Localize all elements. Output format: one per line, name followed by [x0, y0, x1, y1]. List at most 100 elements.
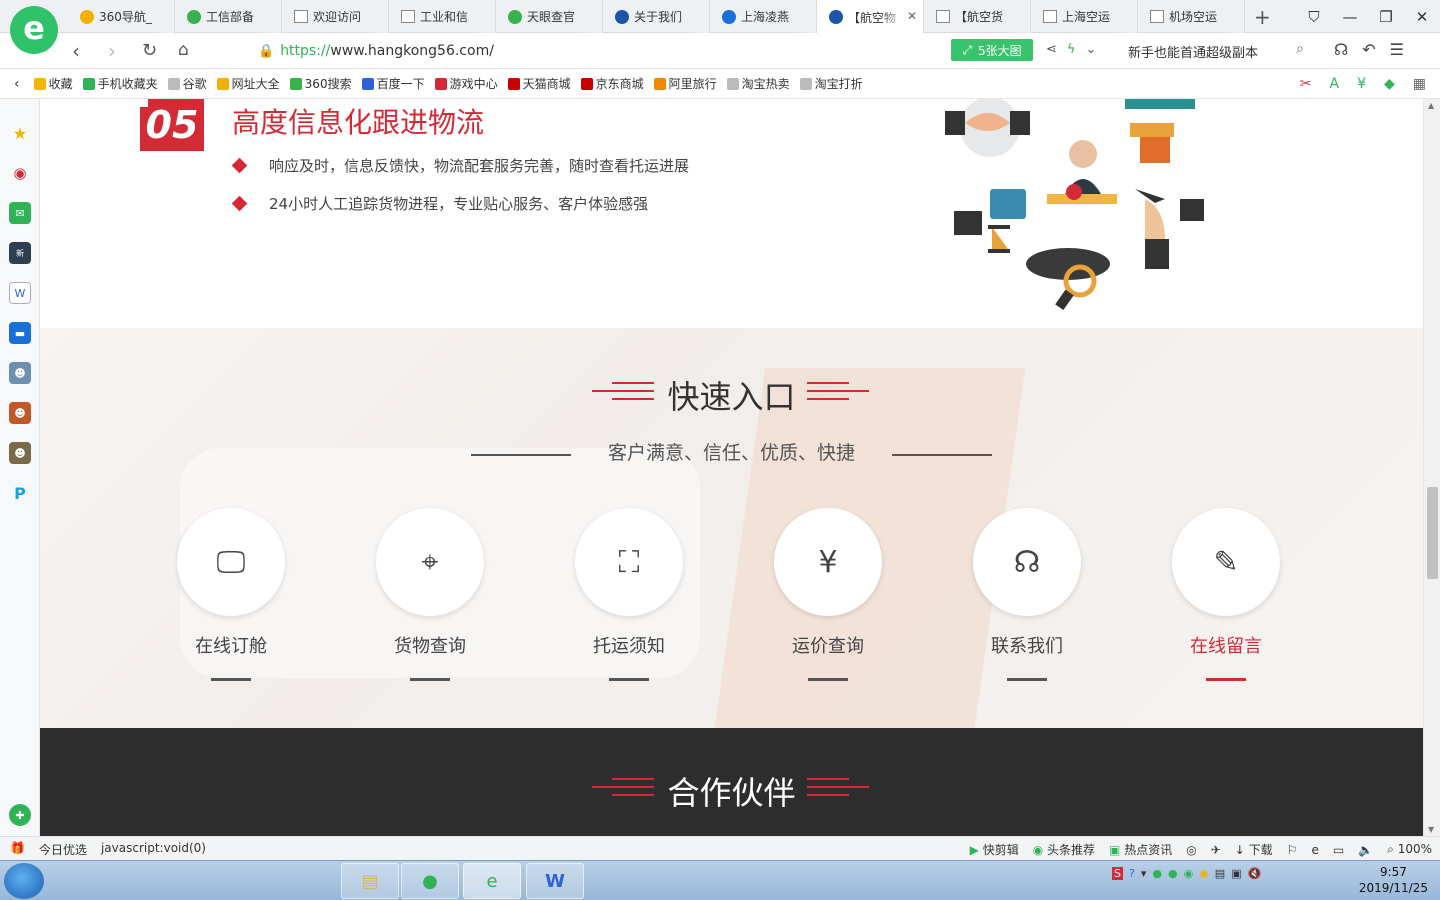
wechat-tray-icon[interactable]: ● — [1152, 867, 1162, 880]
pin-icon[interactable]: ✈ — [1211, 843, 1221, 857]
screen-tray-icon[interactable]: ▣ — [1231, 867, 1241, 880]
menu-icon[interactable]: ☰ — [1390, 40, 1404, 59]
sidebar-add-icon[interactable]: ✚ — [9, 804, 31, 826]
tab-item[interactable]: 天眼查官 — [496, 0, 603, 33]
wechat2-tray-icon[interactable]: ● — [1168, 867, 1178, 880]
word-doc-icon[interactable]: W — [9, 282, 31, 304]
quick-entry-item[interactable]: ⛶ 托运须知 — [574, 508, 684, 681]
lightning-icon[interactable]: ϟ — [1067, 42, 1076, 57]
bookmark-item[interactable]: 网址大全 — [216, 75, 280, 92]
gift-icon[interactable]: 🎁 — [10, 841, 25, 858]
help-icon[interactable]: ? — [1129, 867, 1135, 880]
download-item[interactable]: ↓ 下载 — [1235, 841, 1273, 858]
ie-mode-icon[interactable]: e — [1311, 843, 1318, 857]
wechat-taskbar-icon[interactable]: ● — [401, 863, 459, 899]
volume-icon[interactable]: 🔈 — [1358, 843, 1373, 857]
window-icon[interactable]: ▭ — [1333, 843, 1344, 857]
reload-button[interactable]: ↻ — [142, 40, 157, 61]
bookmark-item[interactable]: 淘宝热卖 — [726, 75, 790, 92]
share-icon[interactable]: ⋖ — [1046, 42, 1057, 57]
clock[interactable]: 9:57 2019/11/25 — [1359, 864, 1428, 896]
quick-entry-item[interactable]: ☊ 联系我们 — [972, 508, 1082, 681]
scroll-down-arrow[interactable]: ▼ — [1428, 825, 1434, 834]
mute-icon[interactable]: 🔇 — [1248, 867, 1262, 880]
game-avatar-icon[interactable]: ☻ — [9, 362, 31, 384]
big-picture-button[interactable]: ⤢ 5张大图 — [951, 39, 1033, 61]
headphones-icon[interactable]: ☊ — [1334, 40, 1348, 59]
undo-icon[interactable]: ↶ — [1362, 40, 1375, 59]
bookmarks-collapse-icon[interactable]: ‹ — [14, 76, 20, 92]
bookmark-item[interactable]: 手机收藏夹 — [82, 75, 158, 92]
bookmark-item[interactable]: 收藏 — [33, 75, 73, 92]
search-icon[interactable]: ⌕ — [1296, 41, 1304, 57]
bookmark-item[interactable]: 阿里旅行 — [653, 75, 717, 92]
translate-icon[interactable]: A — [1329, 76, 1339, 92]
flag-icon[interactable]: ⚐ — [1287, 843, 1298, 857]
restore-button[interactable]: ❐ — [1368, 0, 1404, 33]
shield-tray-icon[interactable]: ◉ — [1199, 867, 1209, 880]
tray-arrow-icon[interactable]: ▾ — [1141, 867, 1147, 880]
bookmark-item[interactable]: 游戏中心 — [434, 75, 498, 92]
scrollbar-thumb[interactable] — [1427, 487, 1438, 579]
quick-clip-item[interactable]: ▶ 快剪辑 — [970, 841, 1019, 858]
forward-button[interactable]: › — [108, 39, 116, 63]
headline-item[interactable]: ◉ 头条推荐 — [1033, 841, 1095, 858]
close-tab-icon[interactable]: ✕ — [907, 9, 917, 23]
scissors-icon[interactable]: ✂ — [1300, 76, 1312, 92]
tab-item[interactable]: 工信部备 — [175, 0, 282, 33]
quick-entry-item[interactable]: ¥ 运价查询 — [773, 508, 883, 681]
game2-icon[interactable]: ☻ — [9, 402, 31, 424]
p-app-icon[interactable]: P — [9, 482, 31, 504]
360-tray-icon[interactable]: ◉ — [1184, 867, 1194, 880]
url-field[interactable]: 🔒 https://www.hangkong56.com/ — [230, 38, 1040, 64]
vertical-scrollbar[interactable]: ▲ ▼ — [1423, 99, 1440, 836]
close-window-button[interactable]: ✕ — [1404, 0, 1440, 33]
speed-icon[interactable]: ◎ — [1186, 843, 1196, 857]
back-button[interactable]: ‹ — [72, 39, 80, 63]
search-hint[interactable]: 新手也能首通超级副本 — [1128, 42, 1258, 61]
home-button[interactable]: ⌂ — [178, 40, 189, 60]
news-icon[interactable]: 新 — [9, 242, 31, 264]
bookmark-item[interactable]: 360搜索 — [289, 75, 352, 92]
minimize-button[interactable]: — — [1332, 0, 1368, 33]
chat-icon[interactable]: ▬ — [9, 322, 31, 344]
bookmark-item[interactable]: 淘宝打折 — [799, 75, 863, 92]
quick-entry-item[interactable]: ⌖ 货物查询 — [375, 508, 485, 681]
daily-picks-link[interactable]: 今日优选 — [39, 841, 87, 858]
tab-item[interactable]: 【航空物 ✕ — [817, 0, 924, 34]
chevron-down-icon[interactable]: ⌄ — [1085, 42, 1096, 57]
tab-item[interactable]: 上海空运 — [1031, 0, 1138, 33]
tab-item[interactable]: 机场空运 — [1138, 0, 1245, 33]
browser-logo[interactable]: e — [10, 6, 58, 54]
tab-item[interactable]: 工业和信 — [389, 0, 496, 33]
sogou-icon[interactable]: S — [1112, 867, 1123, 880]
tab-item[interactable]: 欢迎访问 — [282, 0, 389, 33]
game3-icon[interactable]: ☻ — [9, 442, 31, 464]
zoom-item[interactable]: ⌕ 100% — [1387, 842, 1432, 857]
mail-icon[interactable]: ✉ — [9, 202, 31, 224]
weibo-icon[interactable]: ◉ — [9, 162, 31, 184]
network-icon[interactable]: ▤ — [1215, 867, 1225, 880]
favorites-star-icon[interactable]: ★ — [9, 122, 31, 144]
explorer-taskbar-icon[interactable]: ▤ — [341, 863, 399, 899]
tab-item[interactable]: 关于我们 — [603, 0, 710, 33]
skin-icon[interactable]: ⛉ — [1296, 0, 1332, 33]
gamepad-icon[interactable]: ◆ — [1384, 76, 1395, 92]
new-tab-button[interactable]: + — [1254, 5, 1271, 29]
tab-item[interactable]: 【航空货 — [924, 0, 1031, 33]
yen-tool-icon[interactable]: ¥ — [1357, 76, 1366, 92]
word-taskbar-icon[interactable]: W — [526, 863, 584, 899]
tab-item[interactable]: 上海凌燕 — [710, 0, 817, 33]
quick-entry-item[interactable]: ✎ 在线留言 — [1171, 508, 1281, 681]
bookmark-item[interactable]: 京东商城 — [580, 75, 644, 92]
apps-grid-icon[interactable]: ▦ — [1413, 76, 1426, 92]
start-button[interactable] — [4, 863, 44, 899]
bookmark-item[interactable]: 百度一下 — [361, 75, 425, 92]
quick-entry-item[interactable]: 🖵 在线订舱 — [176, 508, 286, 681]
browser-taskbar-icon[interactable]: e — [463, 863, 521, 899]
bookmark-item[interactable]: 谷歌 — [167, 75, 207, 92]
scroll-up-arrow[interactable]: ▲ — [1428, 101, 1434, 110]
bookmark-item[interactable]: 天猫商城 — [507, 75, 571, 92]
tab-item[interactable]: 360导航_ — [68, 0, 175, 33]
hot-news-item[interactable]: ▣ 热点资讯 — [1109, 841, 1172, 858]
